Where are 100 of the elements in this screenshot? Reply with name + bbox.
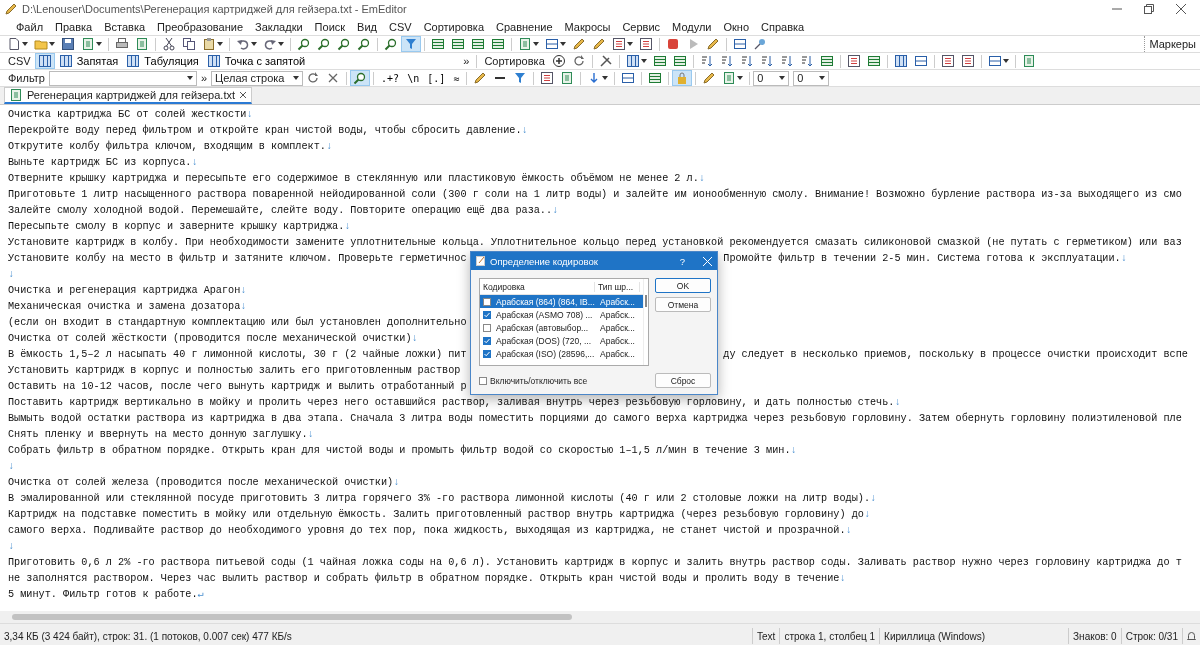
text-line: В эмалированной или стеклянной посуде приготовить 3 литра горячего 3% -го раствора лимонной кислоты (40 г или 2 столовые ложки на литр воды). bbox=[8, 493, 870, 504]
checkbox[interactable] bbox=[479, 377, 487, 385]
text-editor[interactable] bbox=[0, 105, 1200, 611]
columns-icon bbox=[206, 54, 221, 68]
ok-button[interactable]: OK bbox=[655, 278, 711, 293]
cancel-button[interactable]: Отмена bbox=[655, 297, 711, 312]
encoding-indicator: Кириллица (Windows) bbox=[879, 628, 1009, 644]
toolbar-button[interactable]: ≈ bbox=[449, 70, 464, 86]
text-line: Открутите колбу фильтра ключом, входящим в комплект. bbox=[8, 141, 326, 152]
line-break-mark: ↓ bbox=[870, 493, 877, 504]
toolbar-button[interactable]: [.] bbox=[423, 70, 450, 86]
menu-item[interactable]: Макросы bbox=[558, 20, 617, 33]
sort-icon bbox=[759, 54, 774, 68]
line-break-mark: ↓ bbox=[698, 173, 705, 184]
text-line: Пересыпьте смолу в корпус и заверните крышку картриджа. bbox=[8, 221, 345, 232]
text-line: Механическая очистка и замена дозатора bbox=[8, 301, 241, 312]
caret-icon bbox=[640, 59, 647, 63]
text-line: Очистка от солей жёсткости (проводится после механической очистки) bbox=[8, 333, 412, 344]
toolbar-button[interactable] bbox=[350, 70, 371, 86]
sort-label: Сортировка bbox=[483, 55, 546, 67]
help-button[interactable]: ? bbox=[679, 255, 685, 267]
csv-mode-button[interactable]: Точка с запятой bbox=[202, 53, 310, 69]
encoding-name: Арабская (ASMO 708) ... bbox=[495, 309, 594, 320]
page-icon bbox=[81, 37, 95, 51]
encoding-row[interactable]: Арабская (ASMO 708) ... Арабск... bbox=[480, 308, 643, 321]
number-combobox[interactable]: 0 bbox=[793, 70, 830, 86]
checkbox[interactable] bbox=[483, 323, 491, 332]
checkbox[interactable] bbox=[483, 336, 491, 345]
line-break-mark: ↓ bbox=[894, 397, 901, 408]
reset-button[interactable]: Сброс bbox=[655, 373, 711, 388]
text-line: Перекройте воду перед фильтром и откройте кран чистой воды, чтобы сбросить давление. bbox=[8, 125, 522, 136]
close-icon[interactable] bbox=[1176, 4, 1186, 14]
scope-combobox[interactable]: Целая строка bbox=[211, 70, 304, 86]
line-break-mark: ↓ bbox=[1120, 253, 1127, 264]
text-line: Отверните крышку картриджа и пересыпьте его содержимое в стеклянную или пластиковую ёмкость объёмом не менее 2 л. bbox=[8, 173, 699, 184]
column-header[interactable]: Кодировка bbox=[480, 281, 595, 292]
caret-icon bbox=[533, 42, 539, 46]
encoding-row[interactable]: Арабская (864) (864, IB... Арабск... bbox=[480, 295, 643, 308]
menu-item[interactable]: Преобразование bbox=[151, 20, 249, 33]
encoding-row[interactable]: Арабская (DOS) (720, ... Арабск... bbox=[480, 334, 643, 347]
menu-item[interactable]: CSV bbox=[383, 20, 418, 33]
sort-icon bbox=[739, 54, 754, 68]
bell-icon[interactable] bbox=[1187, 631, 1196, 641]
text-line: не заполнятся раствором. Через час вылить раствор и собрать фильтр в обратном порядке. Открыть кран чистой воды и пролить воду в течение bbox=[8, 573, 840, 584]
menu-item[interactable]: Сортировка bbox=[417, 20, 490, 33]
line-break-mark: ↓ bbox=[191, 157, 198, 168]
menu-item[interactable]: Поиск bbox=[308, 20, 352, 33]
caret-icon bbox=[293, 76, 300, 80]
menu-item[interactable]: Вид bbox=[351, 20, 383, 33]
document-tab[interactable]: Регенерация картриджей для гейзера.txt bbox=[4, 87, 252, 104]
table-icon bbox=[672, 54, 687, 68]
menu-item[interactable]: Сервис bbox=[616, 20, 667, 33]
text-line: Выньте картридж БС из корпуса. bbox=[8, 157, 192, 168]
line-break-mark: ↓ bbox=[246, 109, 253, 120]
line-break-mark: ↵ bbox=[197, 589, 204, 600]
file-info: 3,34 КБ (3 424 байт), строк: 31. (1 потоков, 0.007 сек) 477 КБ/s bbox=[3, 629, 293, 644]
clipboard-icon bbox=[202, 37, 216, 51]
encoding-row[interactable]: Арабская (автовыбор... Арабск... bbox=[480, 321, 643, 334]
overflow-chevron[interactable]: » bbox=[459, 55, 474, 67]
column-header[interactable]: Тип шр... bbox=[595, 281, 640, 292]
number-combobox[interactable]: 0 bbox=[753, 70, 790, 86]
overflow-chevron[interactable]: » bbox=[196, 72, 212, 84]
text-line: В ёмкость 1,5–2 л насыпать 40 г лимонной кислоты, 30 г (2 чайные ложки) пит bbox=[8, 349, 467, 360]
sort-icon bbox=[719, 54, 734, 68]
menu-item[interactable]: Справка bbox=[755, 20, 811, 33]
columns-icon bbox=[126, 54, 141, 68]
checkbox[interactable] bbox=[483, 310, 491, 319]
restore-icon[interactable] bbox=[1144, 4, 1154, 14]
checkbox[interactable] bbox=[483, 349, 491, 358]
toolbar-button[interactable] bbox=[34, 53, 55, 69]
text-line: Очистка картриджа БС от солей жесткости bbox=[8, 109, 247, 120]
columns-icon bbox=[37, 54, 52, 68]
checkbox[interactable] bbox=[483, 297, 491, 306]
columns-icon bbox=[58, 54, 73, 68]
encoding-name: Арабская (DOS) (720, ... bbox=[495, 335, 592, 346]
menu-item[interactable]: Вставка bbox=[98, 20, 152, 33]
window-title: D:\Lenouser\Documents\Регенерация картриджей для гейзера.txt - EmEditor bbox=[22, 3, 408, 15]
columns-icon bbox=[625, 54, 640, 68]
toolbar-button[interactable]: \n bbox=[403, 70, 424, 86]
font-type: Арабск... bbox=[599, 296, 636, 307]
csv-mode-button[interactable]: Табуляция bbox=[122, 53, 203, 69]
menu-item[interactable]: Закладки bbox=[249, 20, 309, 33]
text-line: Приготовить 0,6 л 2% -го раствора питьевой соды (1 чайная ложка соды на 0,6 л). Установить картридж в корпус и залить внутрь раствор соды. Заливать раствор нужно через горловину картриджа до т bbox=[8, 557, 1182, 568]
scrollbar-thumb[interactable] bbox=[645, 295, 647, 307]
menu-item[interactable]: Сравнение bbox=[490, 20, 559, 33]
checkbox-label: Включить/отключить все bbox=[490, 376, 588, 386]
menu-item[interactable]: Файл bbox=[10, 20, 50, 33]
table-icon bbox=[866, 54, 881, 68]
sort-icon bbox=[699, 54, 714, 68]
toolbar-button[interactable]: .+? bbox=[377, 70, 404, 86]
encoding-row[interactable]: Арабская (ISO) (28596,... Арабск... bbox=[480, 347, 643, 360]
menu-item[interactable]: Модули bbox=[666, 20, 718, 33]
scissors-icon bbox=[162, 37, 176, 51]
horizontal-scrollbar[interactable] bbox=[12, 614, 572, 620]
menu-item[interactable]: Правка bbox=[49, 20, 99, 33]
markers-label: Маркеры bbox=[1144, 36, 1200, 52]
csv-mode-button[interactable]: Запятая bbox=[54, 53, 123, 69]
close-icon[interactable] bbox=[239, 91, 247, 99]
menu-item[interactable]: Окно bbox=[717, 20, 756, 33]
line-break-mark: ↓ bbox=[8, 269, 15, 280]
